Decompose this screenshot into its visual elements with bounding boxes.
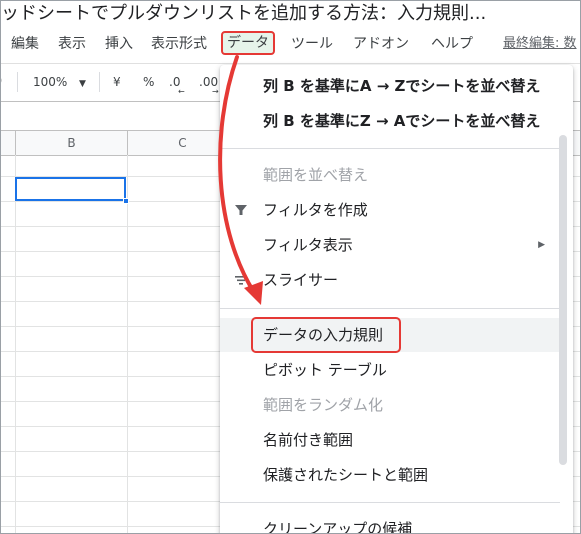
toolbar-edge-icon[interactable]: ) [1,73,2,89]
filter-views-label: フィルタ表示 [263,236,353,254]
slicer-icon [234,263,248,297]
filter-views-item[interactable]: フィルタ表示 ▶ [220,228,573,262]
filter-icon [234,193,248,227]
menu-data[interactable]: データ [221,31,275,55]
menu-addons[interactable]: アドオン [353,34,409,54]
named-ranges-item[interactable]: 名前付き範囲 [220,423,573,457]
column-header-b[interactable]: B [16,131,128,155]
arrow-left-icon: ← [178,87,185,96]
currency-format-button[interactable]: ¥ [113,74,121,90]
selected-cell-b2[interactable] [15,177,126,201]
sort-z-to-a-item[interactable]: 列 B を基準にZ → Aでシートを並べ替え [220,104,573,138]
menu-view[interactable]: 表示 [58,34,86,54]
menu-edit[interactable]: 編集 [11,34,39,54]
row-header-corner[interactable] [1,131,16,155]
window-frame: ッドシートでプルダウンリストを追加する方法：入力規則... 編集 表示 挿入 表… [0,0,581,534]
percent-format-button[interactable]: % [143,74,154,90]
menubar: 編集 表示 挿入 表示形式 データ ツール アドオン ヘルプ 最終編集: 数 [1,31,580,57]
gridline [15,155,16,533]
submenu-arrow-icon: ▶ [538,240,545,250]
menu-separator [220,148,560,149]
slicer-label: スライサー [263,271,339,289]
slicer-item[interactable]: スライサー [220,263,573,297]
pivot-table-label: ピボット テーブル [263,361,387,379]
menu-insert[interactable]: 挿入 [105,34,133,54]
named-ranges-label: 名前付き範囲 [263,431,354,449]
toolbar-separator [99,72,100,92]
highlight-box-data-validation [251,317,401,353]
randomize-range-label: 範囲をランダム化 [263,396,384,414]
data-menu-dropdown: 列 B を基準にA → Zでシートを並べ替え 列 B を基準にZ → Aでシート… [220,65,573,534]
last-edit-link[interactable]: 最終編集: 数 [503,34,577,54]
menu-separator [220,308,560,309]
menu-separator [220,502,560,503]
protected-sheets-item[interactable]: 保護されたシートと範囲 [220,458,573,492]
pivot-table-item[interactable]: ピボット テーブル [220,353,573,387]
protected-sheets-label: 保護されたシートと範囲 [263,466,429,484]
sort-a-to-z-label: 列 B を基準にA → Zでシートを並べ替え [263,77,541,95]
sort-range-item[interactable]: 範囲を並べ替え [220,158,573,192]
sort-range-label: 範囲を並べ替え [263,166,369,184]
document-title[interactable]: ッドシートでプルダウンリストを追加する方法：入力規則... [1,1,580,28]
menu-help[interactable]: ヘルプ [431,34,473,54]
gridline [127,155,128,533]
sort-a-to-z-item[interactable]: 列 B を基準にA → Zでシートを並べ替え [220,69,573,103]
arrow-right-icon: → [212,87,219,96]
zoom-select[interactable]: 100% [33,74,67,90]
zoom-dropdown-icon[interactable]: ▼ [79,76,86,92]
fill-handle[interactable] [123,198,129,204]
cleanup-suggestions-item[interactable]: クリーンアップの候補 [220,512,573,534]
menu-scrollbar[interactable] [559,135,567,465]
toolbar-separator [17,72,18,92]
menu-tools[interactable]: ツール [291,34,333,54]
randomize-range-item[interactable]: 範囲をランダム化 [220,388,573,422]
create-filter-item[interactable]: フィルタを作成 [220,193,573,227]
create-filter-label: フィルタを作成 [263,201,368,219]
sort-z-to-a-label: 列 B を基準にZ → Aでシートを並べ替え [263,112,541,130]
cleanup-suggestions-label: クリーンアップの候補 [263,520,413,534]
menu-format[interactable]: 表示形式 [151,34,207,54]
